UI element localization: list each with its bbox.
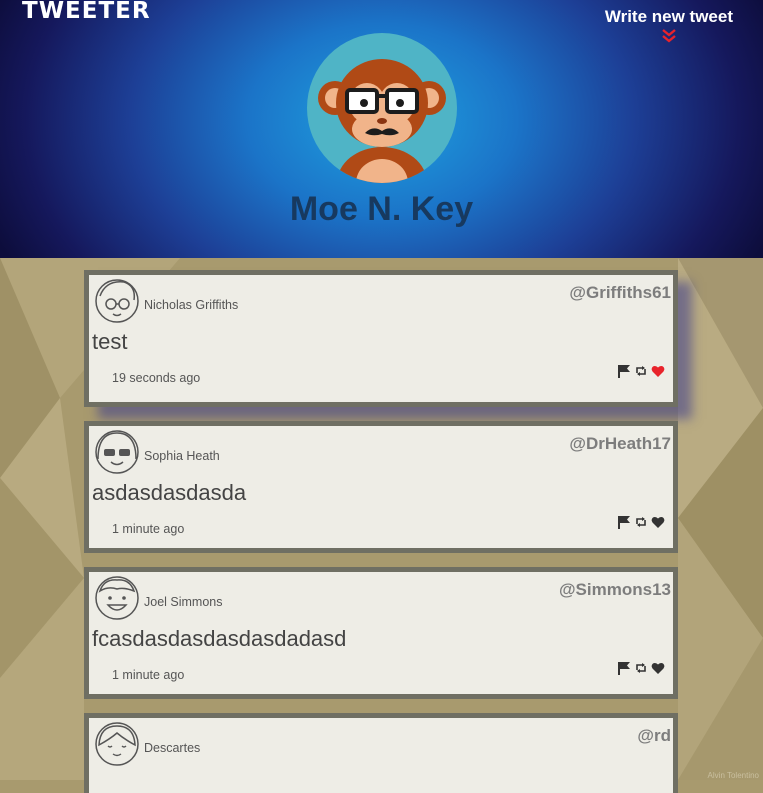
tweet-timestamp: 1 minute ago <box>112 522 185 536</box>
heart-icon[interactable] <box>651 363 665 377</box>
tweet-actions <box>617 660 665 675</box>
profile-avatar <box>307 33 457 183</box>
double-chevron-down-icon <box>662 29 676 43</box>
tweet-card[interactable]: Nicholas Griffiths @Griffiths61 test 19 … <box>84 270 678 407</box>
flag-icon[interactable] <box>617 363 631 378</box>
tweet-actions <box>617 514 665 529</box>
tweet-author-name: Joel Simmons <box>144 595 223 609</box>
tweet-author-name: Descartes <box>144 741 201 755</box>
retweet-icon[interactable] <box>634 363 648 377</box>
tweet-author-handle[interactable]: @DrHeath17 <box>569 434 671 454</box>
write-new-tweet-label: Write new tweet <box>604 7 733 26</box>
glasses-person-icon[interactable] <box>94 278 140 324</box>
tweet-author-handle[interactable]: @Simmons13 <box>559 580 671 600</box>
tweet-author-handle[interactable]: @Griffiths61 <box>569 283 671 303</box>
flag-icon[interactable] <box>617 514 631 529</box>
retweet-icon[interactable] <box>634 660 648 674</box>
profile-header: TWEETER Write new tweet Moe N. Key <box>0 0 763 258</box>
tweet-text: test <box>92 329 128 354</box>
tweet-card[interactable]: Descartes @rd <box>84 713 678 793</box>
footer-credit: Alvin Tolentino <box>707 771 759 780</box>
profile-name: Moe N. Key <box>289 190 474 228</box>
monkey-avatar-icon <box>318 59 446 183</box>
tweet-author-name: Nicholas Griffiths <box>144 298 239 312</box>
sunglasses-person-icon[interactable] <box>94 429 140 475</box>
heart-icon[interactable] <box>651 660 665 674</box>
smiling-person-icon[interactable] <box>94 575 140 621</box>
tweet-author-name: Sophia Heath <box>144 449 220 463</box>
tweet-card[interactable]: Sophia Heath @DrHeath17 asdasdasdasda 1 … <box>84 421 678 553</box>
heart-icon[interactable] <box>651 514 665 528</box>
tweet-text: fcasdasdasdasdasdadasd <box>92 626 347 651</box>
tweet-timestamp: 19 seconds ago <box>112 371 201 385</box>
girl-person-icon[interactable] <box>94 721 140 767</box>
tweet-card[interactable]: Joel Simmons @Simmons13 fcasdasdasdasdas… <box>84 567 678 699</box>
app-logo[interactable]: TWEETER <box>22 0 151 24</box>
tweet-timestamp: 1 minute ago <box>112 668 185 682</box>
retweet-icon[interactable] <box>634 514 648 528</box>
tweet-author-handle[interactable]: @rd <box>637 726 671 746</box>
write-new-tweet-button[interactable]: Write new tweet <box>605 7 733 43</box>
tweet-text: asdasdasdasda <box>92 480 247 505</box>
tweet-actions <box>617 363 665 378</box>
flag-icon[interactable] <box>617 660 631 675</box>
